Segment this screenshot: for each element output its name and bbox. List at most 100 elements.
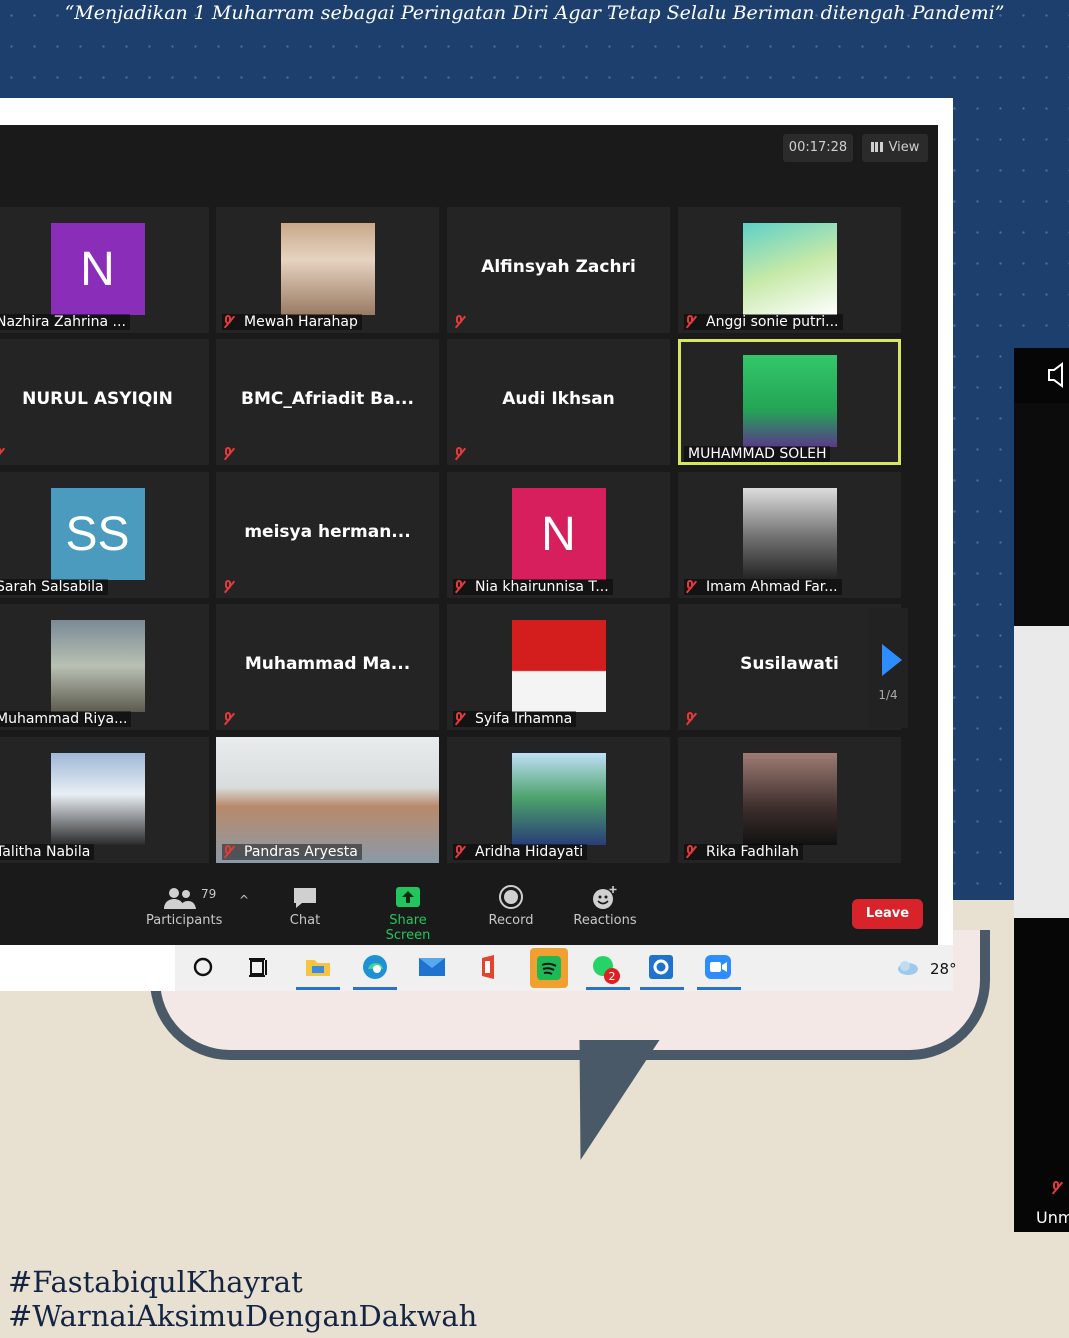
whatsapp-badge: 2 (609, 970, 616, 983)
zoom-app-icon[interactable] (703, 952, 733, 982)
spotify-icon[interactable] (530, 948, 568, 988)
participant-tile[interactable]: Syifa Irhamna (447, 604, 670, 730)
taskbar-active-indicator (586, 987, 630, 990)
participant-photo (742, 488, 837, 580)
participant-tile[interactable]: Imam Ahmad Far... (678, 472, 901, 598)
muted-mic-icon (222, 712, 236, 726)
cortana-circle-icon[interactable] (190, 952, 220, 982)
edge-browser-icon[interactable] (360, 952, 390, 982)
weather-temperature: 28° (930, 960, 957, 978)
participant-photo (742, 223, 837, 315)
participant-tile[interactable]: Mewah Harahap (216, 207, 439, 333)
participant-photo (280, 223, 375, 315)
view-button[interactable]: View (862, 134, 928, 162)
task-view-icon[interactable] (245, 952, 275, 982)
page-indicator: 1/4 (878, 688, 898, 702)
muted-mic-icon (684, 845, 698, 859)
participant-name: Muhammad Ma... (244, 654, 411, 674)
taskbar-active-indicator (640, 987, 684, 990)
participant-tile[interactable]: Alfinsyah Zachri (447, 207, 670, 333)
taskbar-search-area[interactable] (0, 945, 175, 991)
participant-avatar: N (511, 488, 606, 580)
participant-tile[interactable]: meisya herman... (216, 472, 439, 598)
participant-tile[interactable]: Rika Fadhilah (678, 737, 901, 863)
participant-tile[interactable]: MUHAMMAD SOLEH (678, 339, 901, 465)
arrow-right-icon (882, 644, 902, 676)
muted-mic-icon (222, 315, 236, 329)
participant-name: Syifa Irhamna (453, 711, 577, 727)
participants-count: 79 (201, 887, 217, 901)
participant-tile[interactable]: Aridha Hidayati (447, 737, 670, 863)
chat-icon (282, 885, 328, 913)
share-screen-button[interactable]: Share Screen (366, 885, 450, 943)
settings-app-icon[interactable] (646, 952, 676, 982)
participant-tile[interactable]: Muhammad Riya... (0, 604, 209, 730)
participants-icon: 79 (146, 885, 220, 913)
participant-name: Mewah Harahap (222, 314, 362, 330)
participant-name: MUHAMMAD SOLEH (684, 446, 831, 462)
participant-name: NURUL ASYIQIN (22, 389, 173, 409)
participant-tile[interactable]: N Nazhira Zahrina ... (0, 207, 209, 333)
muted-mic-icon (0, 447, 6, 461)
video-area-dark (1014, 403, 1069, 628)
muted-mic-icon (222, 447, 236, 461)
participant-tile[interactable]: BMC_Afriadit Ba... (216, 339, 439, 465)
unmute-label: Unm (1036, 1208, 1069, 1227)
participants-menu-caret[interactable]: ^ (236, 893, 252, 907)
participant-photo (50, 620, 145, 712)
reactions-button[interactable]: Reactions (572, 885, 638, 928)
participant-name: Audi Ikhsan (502, 389, 615, 409)
participant-photo (511, 620, 606, 712)
participant-name: Talitha Nabila (0, 844, 95, 860)
zoom-meeting-window: 00:17:28 View N Nazhira Zahrina ... Mewah … (0, 125, 938, 945)
participant-photo (742, 355, 837, 447)
speaker-icon[interactable] (1046, 362, 1068, 392)
meeting-topbar: 00:17:28 View (0, 125, 938, 205)
view-label: View (888, 140, 920, 155)
participant-tile[interactable]: SS Sarah Salsabila (0, 472, 209, 598)
participant-name: meisya herman... (244, 522, 411, 542)
participants-label: Participants (146, 913, 223, 928)
participant-avatar: SS (50, 488, 145, 580)
file-explorer-icon[interactable] (303, 952, 333, 982)
leave-button[interactable]: Leave (852, 899, 923, 929)
participant-tile[interactable]: Pandras Aryesta (216, 737, 439, 863)
next-page-button[interactable]: 1/4 (868, 608, 908, 728)
muted-mic-icon (684, 712, 698, 726)
record-label: Record (488, 913, 534, 928)
record-icon (486, 885, 536, 913)
participant-name: Aridha Hidayati (453, 844, 588, 860)
participant-tile[interactable]: NURUL ASYIQIN (0, 339, 209, 465)
unmute-mic-icon[interactable] (1050, 1180, 1062, 1199)
whatsapp-icon[interactable]: 2 (590, 952, 620, 984)
participant-name: Pandras Aryesta (222, 844, 362, 860)
participant-tile[interactable]: Anggi sonie putri... (678, 207, 901, 333)
participant-tile[interactable]: N Nia khairunnisa T... (447, 472, 670, 598)
muted-mic-icon (222, 580, 236, 594)
muted-mic-icon (453, 315, 467, 329)
participant-name: Muhammad Riya... (0, 711, 132, 727)
hashtag-2: #WarnaiAksimuDenganDakwah (8, 1299, 478, 1333)
chat-button[interactable]: Chat (282, 885, 328, 928)
taskbar-active-indicator (353, 987, 397, 990)
hashtags: #FastabiqulKhayrat #WarnaiAksimuDenganDa… (8, 1265, 477, 1333)
weather-icon[interactable] (893, 952, 923, 982)
chat-label: Chat (289, 913, 321, 928)
muted-mic-icon (453, 580, 467, 594)
participant-tile[interactable]: Muhammad Ma... (216, 604, 439, 730)
mail-icon[interactable] (417, 952, 447, 982)
participant-tile[interactable]: Audi Ikhsan (447, 339, 670, 465)
share-screen-label: Share Screen (385, 913, 431, 943)
participants-button[interactable]: 79 Participants (146, 885, 223, 928)
office-icon[interactable] (474, 952, 504, 982)
share-screen-icon (366, 885, 450, 913)
participant-name: Imam Ahmad Far... (684, 579, 842, 595)
video-area-light (1014, 626, 1069, 918)
participant-name: Rika Fadhilah (684, 844, 803, 860)
record-button[interactable]: Record (486, 885, 536, 928)
participant-tile[interactable]: Talitha Nabila (0, 737, 209, 863)
banner-quote: “Menjadikan 1 Muharram sebagai Peringata… (64, 2, 1005, 24)
participant-name: BMC_Afriadit Ba... (241, 389, 414, 409)
hashtag-1: #FastabiqulKhayrat (8, 1265, 303, 1299)
muted-mic-icon (453, 447, 467, 461)
